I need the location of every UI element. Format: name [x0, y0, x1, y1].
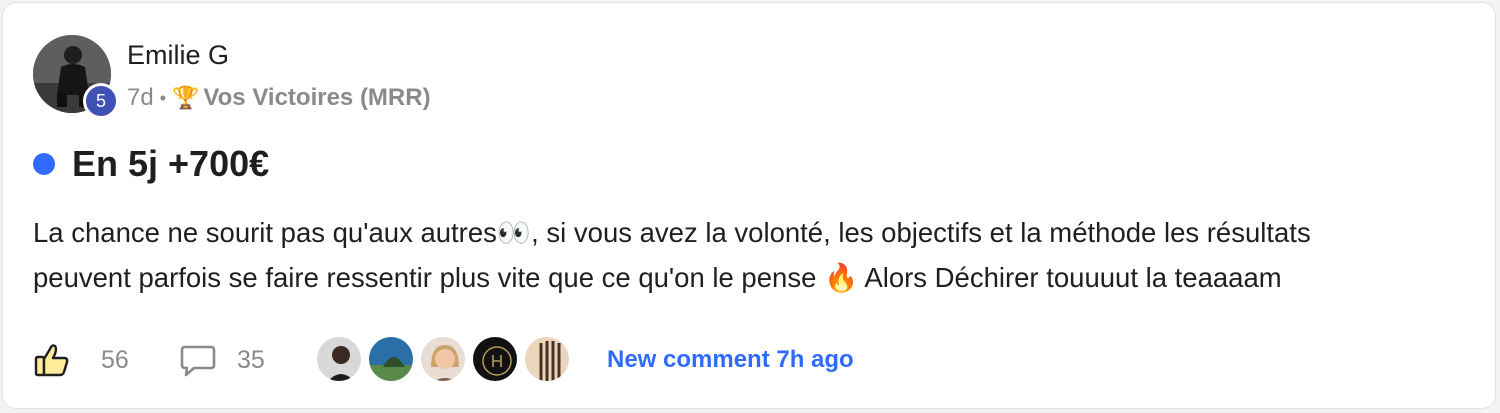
thumbs-up-icon[interactable]	[33, 341, 71, 379]
new-comment-link[interactable]: New comment 7h ago	[607, 346, 854, 374]
author-name[interactable]: Emilie G	[127, 40, 229, 71]
trophy-icon: 🏆	[172, 85, 200, 110]
post-category[interactable]: Vos Victoires (MRR)	[203, 84, 430, 112]
post-card[interactable]: 5 Emilie G 7d • 🏆 Vos Victoires (MRR) En…	[2, 2, 1496, 409]
commenter-avatar[interactable]	[419, 335, 467, 383]
commenter-avatar[interactable]	[471, 335, 519, 383]
comment-count: 35	[237, 346, 265, 374]
commenter-avatar[interactable]	[315, 335, 363, 383]
post-meta: 7d • 🏆 Vos Victoires (MRR)	[127, 84, 431, 112]
commenter-avatar[interactable]	[367, 335, 415, 383]
meta-separator: •	[159, 87, 167, 108]
post-body-line: La chance ne sourit pas qu'aux autres👀, …	[33, 217, 1311, 248]
post-age: 7d	[127, 84, 154, 111]
post-footer: 56 35 New comment 7h ago	[33, 335, 1473, 385]
post-title-row[interactable]: En 5j +700€	[33, 143, 269, 185]
post-body: La chance ne sourit pas qu'aux autres👀, …	[33, 210, 1483, 300]
level-badge: 5	[83, 83, 119, 119]
post-title[interactable]: En 5j +700€	[72, 143, 269, 185]
like-count: 56	[101, 346, 129, 374]
commenter-avatar[interactable]	[523, 335, 571, 383]
comment-icon[interactable]	[179, 343, 217, 379]
unread-dot-icon	[33, 153, 55, 175]
post-body-line: peuvent parfois se faire ressentir plus …	[33, 262, 1282, 293]
